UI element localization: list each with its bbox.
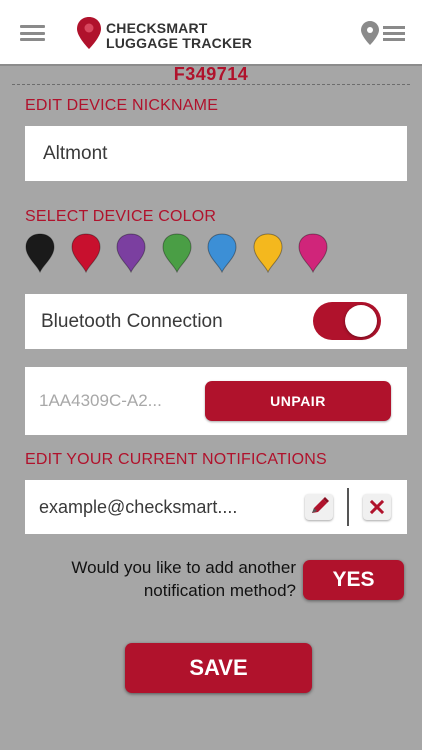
device-id: F349714 bbox=[173, 64, 249, 84]
notification-value: example@checksmart.... bbox=[39, 497, 238, 517]
color-swatch-1[interactable] bbox=[25, 233, 55, 273]
color-swatch-2[interactable] bbox=[70, 233, 101, 273]
bluetooth-toggle[interactable] bbox=[313, 302, 381, 340]
nickname-card bbox=[25, 126, 407, 181]
edit-notification-button[interactable] bbox=[305, 494, 333, 520]
app-logo: CHECKSMART LUGGAGE TRACKER bbox=[76, 16, 256, 52]
vertical-divider bbox=[347, 488, 349, 526]
dashed-divider bbox=[12, 84, 410, 85]
notification-item: example@checksmart.... bbox=[25, 480, 407, 534]
unpair-button[interactable]: UNPAIR bbox=[205, 381, 391, 421]
color-swatch-3[interactable] bbox=[116, 233, 146, 273]
color-swatch-6[interactable] bbox=[252, 233, 283, 273]
color-label: SELECT DEVICE COLOR bbox=[25, 208, 217, 225]
nickname-input[interactable] bbox=[43, 126, 383, 181]
nickname-label: EDIT DEVICE NICKNAME bbox=[25, 97, 219, 114]
add-method-question: Would you like to add another notificati… bbox=[71, 558, 296, 600]
map-pin-icon bbox=[77, 17, 101, 49]
bluetooth-card: Bluetooth Connection bbox=[25, 294, 407, 349]
location-pin-icon bbox=[361, 21, 379, 45]
color-picker bbox=[25, 233, 345, 275]
color-swatch-4[interactable] bbox=[161, 233, 192, 273]
toggle-knob bbox=[345, 305, 377, 337]
color-swatch-5[interactable] bbox=[207, 233, 237, 273]
yes-button[interactable]: YES bbox=[303, 560, 404, 600]
pencil-icon bbox=[312, 497, 329, 513]
app-header: CHECKSMART LUGGAGE TRACKER bbox=[0, 0, 422, 66]
location-menu-button[interactable] bbox=[360, 20, 408, 46]
logo-line-2: LUGGAGE TRACKER bbox=[106, 35, 253, 51]
color-swatch-7[interactable] bbox=[298, 233, 328, 273]
save-button[interactable]: SAVE bbox=[125, 643, 312, 693]
close-icon bbox=[369, 499, 385, 515]
list-lines-icon bbox=[383, 26, 405, 44]
notifications-label: EDIT YOUR CURRENT NOTIFICATIONS bbox=[25, 451, 327, 468]
device-card: 1AA4309C-A2... UNPAIR bbox=[25, 367, 407, 435]
device-uuid: 1AA4309C-A2... bbox=[39, 391, 162, 410]
bluetooth-label: Bluetooth Connection bbox=[41, 311, 223, 332]
delete-notification-button[interactable] bbox=[363, 494, 391, 520]
hamburger-menu-icon[interactable] bbox=[20, 25, 45, 41]
logo-line-1: CHECKSMART bbox=[106, 20, 208, 36]
